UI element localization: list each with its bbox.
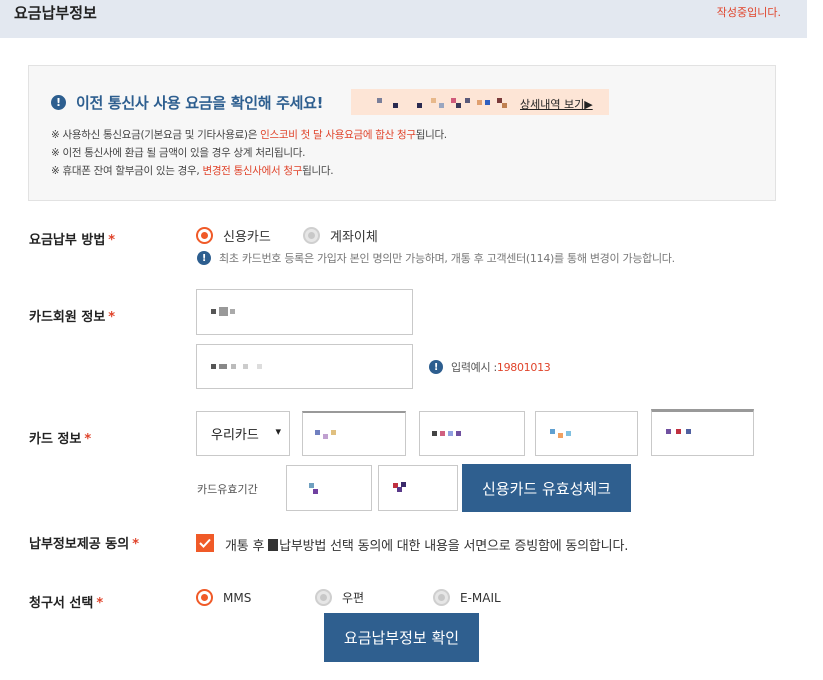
agreement-checkbox[interactable] [196, 534, 214, 552]
check-icon [199, 538, 211, 548]
redacted-name [268, 539, 279, 551]
radio-dot[interactable] [196, 227, 213, 244]
radio-bill-post[interactable]: 우편 [315, 589, 364, 606]
card-info-label: 카드 정보 * [29, 432, 92, 447]
card-expiry-year-input[interactable] [378, 465, 458, 511]
info-icon: ! [51, 95, 66, 110]
card-number-2-input[interactable] [419, 411, 525, 456]
radio-bill-email[interactable]: E-MAIL [433, 589, 501, 606]
card-expiry-month-input[interactable] [286, 465, 372, 511]
radio-dot[interactable] [315, 589, 332, 606]
agreement-label: 납부정보제공 동의 * [29, 537, 140, 552]
card-member-birth-input[interactable] [196, 344, 413, 389]
notice-line-3: ※ 휴대폰 잔여 할부금이 있는 경우, 변경전 통신사에서 청구됩니다. [51, 165, 334, 177]
card-expiry-label: 카드유효기간 [197, 483, 258, 496]
radio-bill-mms[interactable]: MMS [196, 589, 251, 606]
confirm-payment-button[interactable]: 요금납부정보 확인 [324, 613, 479, 662]
view-details-link[interactable]: 상세내역 보기▶ [520, 96, 593, 112]
radio-dot[interactable] [303, 227, 320, 244]
status-text: 작성중입니다. [716, 6, 781, 19]
notice-line-2: ※ 이전 통신사에 환급 될 금액이 있을 경우 상계 처리됩니다. [51, 147, 306, 159]
birth-example-hint: ! 입력예시 : 19801013 [429, 359, 551, 375]
radio-bank-transfer[interactable]: 계좌이체 [303, 226, 378, 245]
card-member-label: 카드회원 정보 * [29, 310, 116, 325]
notice-line-1: ※ 사용하신 통신요금(기본요금 및 기타사용료)은 인스코비 첫 달 사용요금… [51, 129, 447, 141]
card-validate-button[interactable]: 신용카드 유효성체크 [462, 464, 631, 512]
page-header: 요금납부정보 작성중입니다. [0, 0, 807, 38]
agreement-text: 개통 후 납부방법 선택 동의에 대한 내용을 서면으로 증빙함에 동의합니다. [225, 539, 629, 554]
notice-box: ! 이전 통신사 사용 요금을 확인해 주세요! 상세내역 보기▶ ※ 사용하신… [28, 65, 776, 201]
payment-method-label: 요금납부 방법 * [29, 233, 116, 248]
card-member-name-input[interactable] [196, 289, 413, 335]
radio-dot[interactable] [433, 589, 450, 606]
payment-method-hint: ! 최초 카드번호 등록은 가입자 본인 명의만 가능하며, 개통 후 고객센터(… [197, 250, 675, 266]
notice-lines: ※ 사용하신 통신요금(기본요금 및 기타사용료)은 인스코비 첫 달 사용요금… [51, 126, 447, 180]
page-title: 요금납부정보 [14, 4, 97, 22]
radio-dot[interactable] [196, 589, 213, 606]
card-number-3-input[interactable] [535, 411, 638, 456]
radio-credit-card[interactable]: 신용카드 [196, 226, 271, 245]
info-icon: ! [197, 251, 211, 265]
bill-label: 청구서 선택 * [29, 596, 104, 611]
info-icon: ! [429, 360, 443, 374]
card-number-1-input[interactable] [302, 411, 406, 456]
card-company-select[interactable]: 우리카드 ▾ [196, 411, 290, 456]
notice-heading: ! 이전 통신사 사용 요금을 확인해 주세요! [51, 92, 323, 113]
card-number-4-input[interactable] [651, 409, 754, 456]
chevron-down-icon: ▾ [275, 425, 281, 438]
